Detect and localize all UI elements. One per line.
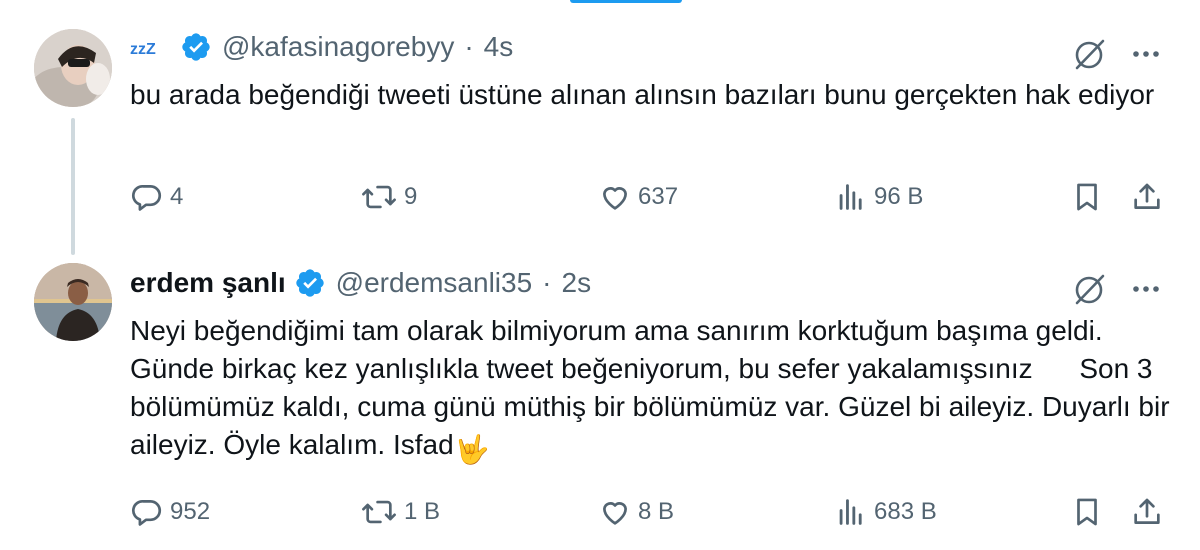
views-button[interactable]: 96 B <box>834 177 923 217</box>
reply-count: 952 <box>170 498 211 525</box>
retweet-icon <box>362 185 396 209</box>
tweet-header: zzZ @kafasinagorebyy · 4s <box>130 30 513 63</box>
reply-button[interactable]: 952 <box>130 492 210 532</box>
verified-badge-icon <box>182 32 210 61</box>
tweet-text: Neyi beğendiğimi tam olarak bilmiyorum a… <box>130 312 1170 469</box>
like-button[interactable]: 637 <box>598 177 678 217</box>
tweet-actions: 952 1 B 8 B 683 B <box>130 492 1170 532</box>
bookmark-icon <box>1077 498 1097 526</box>
views-button[interactable]: 683 B <box>834 492 937 532</box>
tweet-header-actions <box>1072 36 1162 72</box>
views-count: 96 B <box>874 183 924 210</box>
more-icon[interactable] <box>1130 273 1162 305</box>
separator-dot: · <box>542 267 552 298</box>
more-icon[interactable] <box>1130 38 1162 70</box>
timestamp[interactable]: 2s <box>562 267 592 299</box>
share-icon <box>1134 183 1160 209</box>
reply-icon <box>131 500 162 526</box>
bookmark-icon <box>1077 183 1097 211</box>
sleep-zzz-icon: zzZ <box>130 41 156 58</box>
views-count: 683 B <box>874 498 937 525</box>
tweet-header: erdem şanlı @erdemsanli35 · 2s <box>130 267 591 299</box>
retweet-button[interactable]: 9 <box>360 177 417 217</box>
reply-count: 4 <box>170 183 184 210</box>
tweet-text: bu arada beğendiği tweeti üstüne alınan … <box>130 79 1155 110</box>
love-you-gesture-emoji: 🤟 <box>454 434 490 465</box>
tweet-actions: 4 9 637 96 B <box>130 177 1170 217</box>
tweet-header-actions <box>1072 271 1162 307</box>
display-name[interactable]: erdem şanlı <box>130 267 286 299</box>
like-icon <box>603 187 627 210</box>
handle[interactable]: @erdemsanli35 <box>336 267 533 299</box>
grok-icon[interactable] <box>1072 36 1108 72</box>
tweet[interactable]: erdem şanlı @erdemsanli35 · 2s Neyi beğe… <box>0 255 1200 550</box>
timestamp[interactable]: 4s <box>484 31 514 63</box>
retweet-count: 1 B <box>404 498 441 525</box>
bookmark-button[interactable] <box>1070 492 1104 532</box>
display-name[interactable]: zzZ <box>130 30 172 63</box>
like-icon <box>603 502 627 525</box>
share-button[interactable] <box>1130 177 1164 217</box>
like-count: 637 <box>638 183 679 210</box>
share-button[interactable] <box>1130 492 1164 532</box>
retweet-icon <box>362 500 396 524</box>
retweet-count: 9 <box>404 183 418 210</box>
views-icon <box>839 184 862 210</box>
handle[interactable]: @kafasinagorebyy <box>222 31 454 63</box>
grok-icon[interactable] <box>1072 271 1108 307</box>
tweet[interactable]: zzZ @kafasinagorebyy · 4s bu arada beğen… <box>0 0 1200 255</box>
like-button[interactable]: 8 B <box>598 492 674 532</box>
share-icon <box>1134 498 1160 524</box>
separator-dot: · <box>464 30 474 62</box>
svg-text:zzZ: zzZ <box>130 41 156 58</box>
retweet-button[interactable]: 1 B <box>360 492 440 532</box>
like-count: 8 B <box>638 498 675 525</box>
bookmark-button[interactable] <box>1070 177 1104 217</box>
thread-line <box>71 118 75 255</box>
reply-icon <box>131 185 162 211</box>
verified-badge-icon <box>295 269 324 297</box>
reply-button[interactable]: 4 <box>130 177 183 217</box>
avatar[interactable] <box>34 29 112 107</box>
avatar[interactable] <box>34 263 112 341</box>
views-icon <box>839 499 862 525</box>
